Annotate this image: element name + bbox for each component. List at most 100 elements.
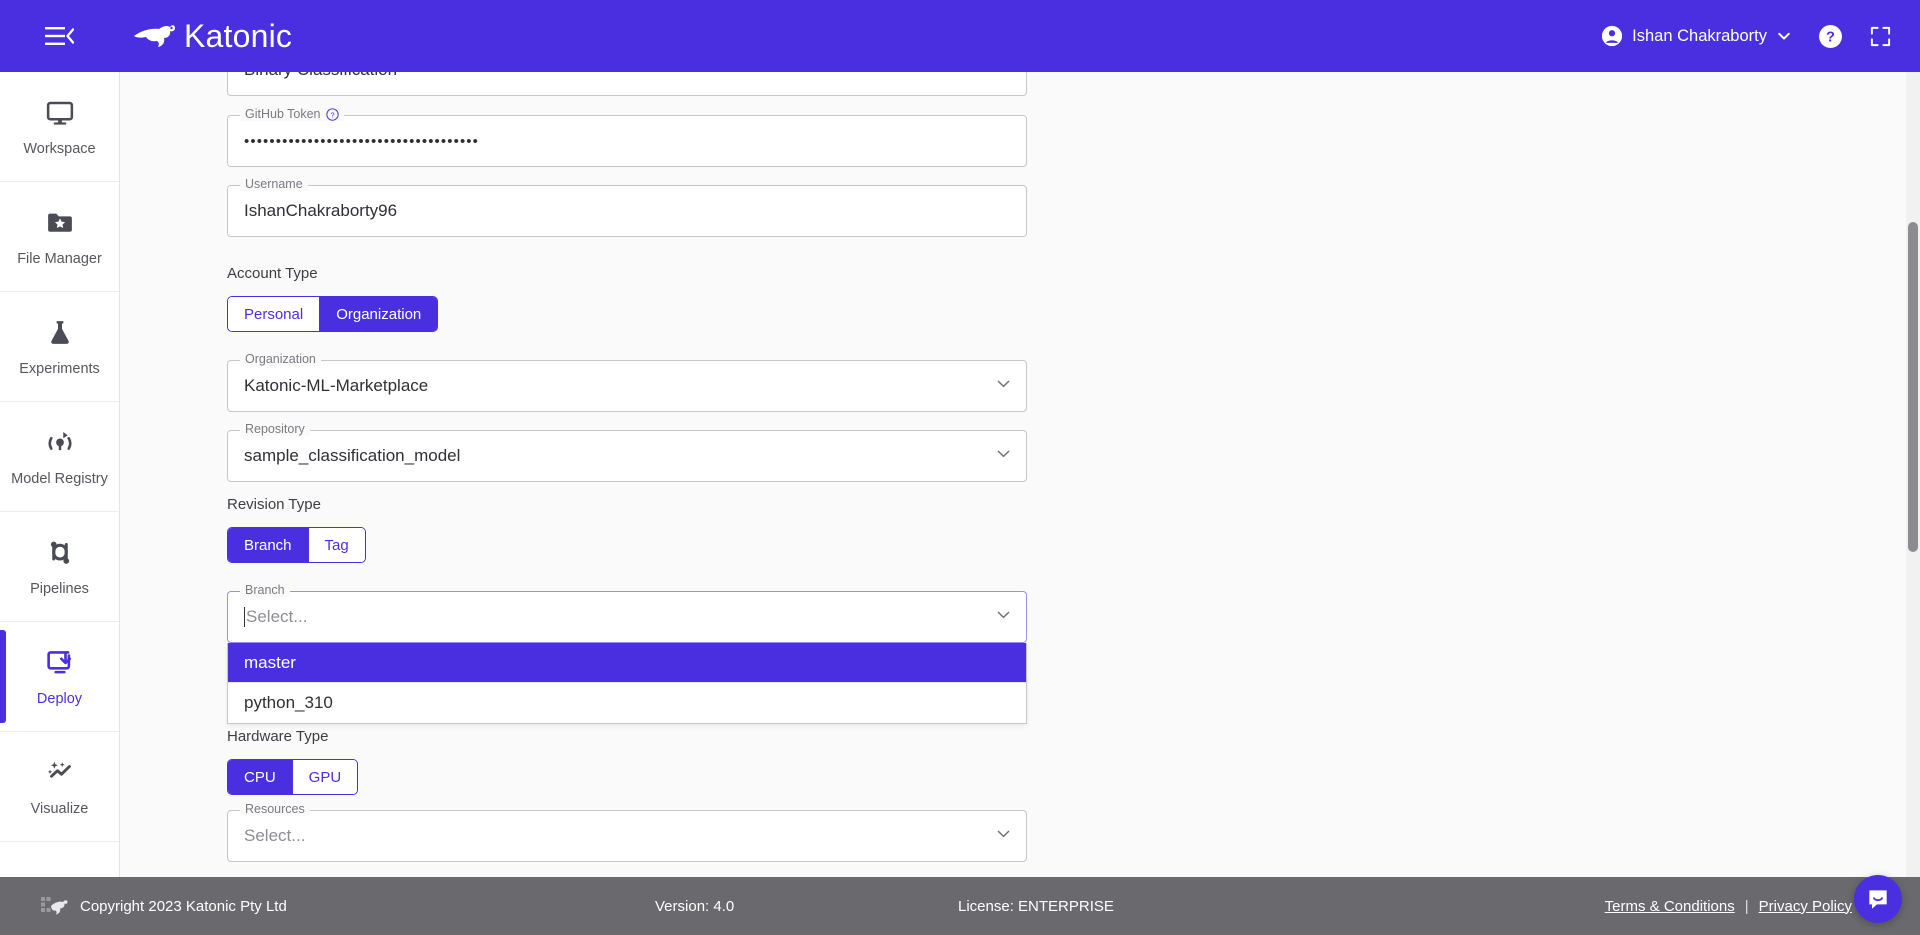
github-token-value: ••••••••••••••••••••••••••••••••••••• <box>244 132 480 150</box>
branch-placeholder: Select... <box>246 607 308 626</box>
chat-bubble-button[interactable] <box>1854 875 1902 923</box>
privacy-policy-link[interactable]: Privacy Policy <box>1759 898 1852 915</box>
app-root: Katonic Ishan Chakraborty ? Workspace Fi… <box>0 0 1920 935</box>
revision-type-label: Revision Type <box>227 496 321 513</box>
resources-label: Resources <box>240 803 310 816</box>
sidebar-item-label: Workspace <box>23 140 96 157</box>
field-repository: Repository sample_classification_model <box>227 423 1027 482</box>
username-value: IshanChakraborty96 <box>244 201 398 220</box>
deploy-icon <box>44 647 76 679</box>
user-menu[interactable]: Ishan Chakraborty <box>1601 25 1792 47</box>
svg-text:?: ? <box>1826 29 1835 45</box>
kangaroo-logo-icon <box>134 25 175 47</box>
chevron-down-icon <box>1776 28 1792 44</box>
folder-star-icon <box>44 207 76 239</box>
organization-value: Katonic-ML-Marketplace <box>244 376 429 395</box>
help-circle-icon[interactable]: ? <box>1818 24 1843 49</box>
model-type-select[interactable]: Binary Classification <box>227 72 1027 96</box>
hardware-type-label: Hardware Type <box>227 728 329 745</box>
help-circle-icon[interactable]: ? <box>325 108 339 121</box>
pipelines-icon <box>44 537 76 569</box>
sidebar-item-experiments[interactable]: Experiments <box>0 292 119 402</box>
page-footer: Copyright 2023 Katonic Pty Ltd Version: … <box>0 877 1920 935</box>
github-token-label: GitHub Token ? <box>240 108 344 121</box>
account-type-option-organization[interactable]: Organization <box>320 297 438 331</box>
model-type-value: Binary Classification <box>244 72 397 80</box>
left-sidebar: Workspace File Manager Experiments Model… <box>0 72 120 900</box>
field-username: Username IshanChakraborty96 <box>227 178 1027 237</box>
username-label: Username <box>240 178 308 191</box>
field-branch: Branch Select... master python_310 <box>227 584 1027 724</box>
field-github-token: GitHub Token ? •••••••••••••••••••••••••… <box>227 108 1027 167</box>
sidebar-item-label: Experiments <box>19 360 100 377</box>
revision-type-option-branch[interactable]: Branch <box>228 528 309 562</box>
hardware-type-section: Hardware Type CPU GPU <box>227 728 359 795</box>
revision-type-option-tag[interactable]: Tag <box>308 528 365 562</box>
sidebar-item-label: Visualize <box>30 800 89 817</box>
username-input[interactable]: Username IshanChakraborty96 <box>227 178 1027 237</box>
chevron-down-icon <box>995 72 1012 81</box>
chevron-down-icon <box>995 375 1012 397</box>
resources-select[interactable]: Resources Select... <box>227 803 1027 862</box>
field-model-type: Binary Classification <box>227 72 1027 96</box>
logo-text: Katonic <box>184 17 293 54</box>
svg-text:?: ? <box>330 110 334 119</box>
account-type-option-personal[interactable]: Personal <box>228 297 321 331</box>
github-token-input[interactable]: GitHub Token ? •••••••••••••••••••••••••… <box>227 108 1027 167</box>
account-type-section: Account Type Personal Organization <box>227 265 439 332</box>
repository-label: Repository <box>240 423 310 436</box>
hardware-type-toggle-group: CPU GPU <box>227 759 359 795</box>
page-scrollbar-thumb[interactable] <box>1908 222 1918 552</box>
repository-select[interactable]: Repository sample_classification_model <box>227 423 1027 482</box>
model-registry-icon <box>44 427 76 459</box>
organization-select[interactable]: Organization Katonic-ML-Marketplace <box>227 353 1027 412</box>
sidebar-item-label: Model Registry <box>11 470 108 487</box>
monitor-icon <box>44 97 76 129</box>
flask-icon <box>44 317 76 349</box>
fullscreen-icon[interactable] <box>1869 25 1892 48</box>
footer-link-separator: | <box>1744 897 1749 915</box>
footer-copyright-group: Copyright 2023 Katonic Pty Ltd <box>40 893 287 919</box>
repository-value: sample_classification_model <box>244 446 461 465</box>
branch-options-list: master python_310 <box>227 643 1027 724</box>
footer-license: License: ENTERPRISE <box>958 897 1114 915</box>
branch-select[interactable]: Branch Select... <box>227 584 1027 643</box>
text-cursor <box>244 607 245 627</box>
hardware-type-option-gpu[interactable]: GPU <box>292 760 358 794</box>
account-type-toggle-group: Personal Organization <box>227 296 439 332</box>
hamburger-collapse-icon[interactable] <box>38 15 80 57</box>
avatar-icon <box>1601 25 1623 47</box>
field-resources: Resources Select... <box>227 803 1027 862</box>
footer-links: Terms & Conditions | Privacy Policy <box>1605 898 1852 915</box>
sidebar-item-model-registry[interactable]: Model Registry <box>0 402 119 512</box>
account-type-label: Account Type <box>227 265 318 282</box>
header-actions: Ishan Chakraborty ? <box>1601 24 1892 49</box>
branch-option-python-310[interactable]: python_310 <box>228 683 1026 723</box>
chevron-down-icon <box>995 825 1012 847</box>
sparkle-chart-icon <box>44 757 76 789</box>
sidebar-item-pipelines[interactable]: Pipelines <box>0 512 119 622</box>
branch-option-master[interactable]: master <box>228 643 1026 683</box>
top-header: Katonic Ishan Chakraborty ? <box>0 0 1920 72</box>
user-name-label: Ishan Chakraborty <box>1632 26 1767 45</box>
organization-label: Organization <box>240 353 321 366</box>
footer-version: Version: 4.0 <box>655 897 735 915</box>
chevron-down-icon <box>995 445 1012 467</box>
sidebar-item-deploy[interactable]: Deploy <box>0 622 119 732</box>
footer-copyright-text: Copyright 2023 Katonic Pty Ltd <box>80 897 287 915</box>
sidebar-item-visualize[interactable]: Visualize <box>0 732 119 842</box>
revision-type-toggle-group: Branch Tag <box>227 527 366 563</box>
hardware-type-option-cpu[interactable]: CPU <box>228 760 293 794</box>
sidebar-item-label: File Manager <box>17 250 102 267</box>
revision-type-section: Revision Type Branch Tag <box>227 496 366 563</box>
chevron-down-icon[interactable] <box>995 606 1012 628</box>
chat-bubble-icon <box>1865 886 1891 912</box>
resources-placeholder: Select... <box>244 826 306 845</box>
sidebar-item-label: Deploy <box>36 690 83 707</box>
sidebar-item-workspace[interactable]: Workspace <box>0 72 119 182</box>
katonic-logo[interactable]: Katonic <box>132 18 292 55</box>
main-content: Binary Classification GitHub Token ? <box>120 72 1920 900</box>
sidebar-item-file-manager[interactable]: File Manager <box>0 182 119 292</box>
field-organization: Organization Katonic-ML-Marketplace <box>227 353 1027 412</box>
terms-and-conditions-link[interactable]: Terms & Conditions <box>1605 898 1735 915</box>
